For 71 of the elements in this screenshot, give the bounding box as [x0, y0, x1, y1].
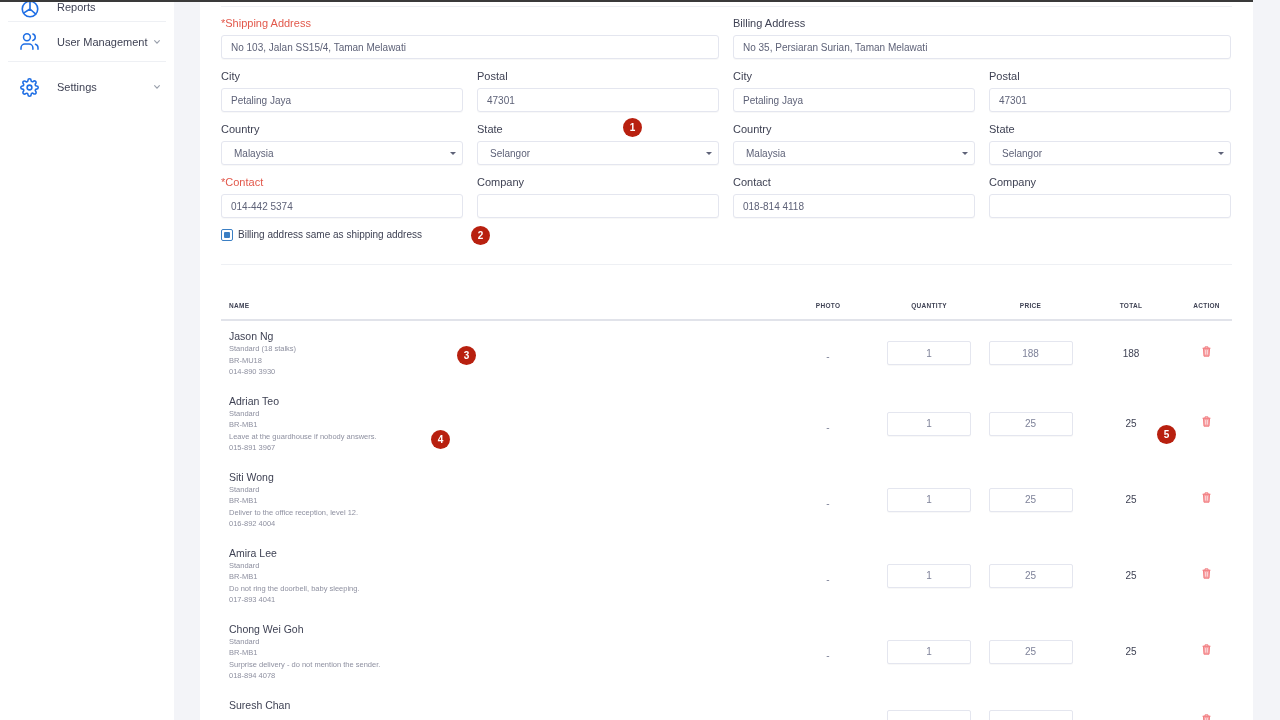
field-label: State	[989, 122, 1015, 136]
price-field[interactable]: 25	[988, 639, 1073, 664]
customer-name: Amira Lee	[229, 545, 277, 560]
customer-name: Chong Wei Goh	[229, 621, 304, 636]
checkbox[interactable]	[221, 229, 233, 241]
trash-icon[interactable]	[1202, 416, 1211, 427]
total-cell-text: 25	[1125, 645, 1137, 659]
photo-cell-text: -	[826, 496, 830, 511]
sidebar-item[interactable]: Reports	[8, 0, 166, 22]
customer-name: Jason Ng	[229, 329, 274, 343]
dropdown-field[interactable]: Selangor	[477, 141, 719, 165]
text-field[interactable]: 018-814 4118	[733, 194, 975, 218]
text-field[interactable]: 014-442 5374	[221, 194, 463, 218]
customer-name: Suresh Chan	[229, 697, 291, 712]
field-label: Billing Address	[733, 16, 806, 30]
text-field[interactable]	[989, 194, 1231, 218]
trash-icon[interactable]	[1202, 492, 1211, 503]
caret-icon	[962, 151, 968, 155]
field-label: Contact	[733, 175, 771, 189]
text-field[interactable]: 47301	[989, 88, 1231, 112]
text-field[interactable]: Petaling Jaya	[221, 88, 463, 112]
users-icon	[20, 33, 39, 50]
checkbox-label: Billing address same as shipping address	[238, 228, 422, 242]
text-field[interactable]	[477, 194, 719, 218]
total-cell-text: 25	[1125, 493, 1137, 507]
quantity-field[interactable]: 1	[887, 563, 971, 588]
quantity-field[interactable]: 1	[887, 411, 971, 436]
price-field[interactable]: 25	[988, 563, 1073, 588]
photo-cell-text: -	[826, 648, 830, 663]
customer-name: Siti Wong	[229, 469, 274, 484]
quantity-field[interactable]: 1	[887, 487, 971, 512]
text-field[interactable]: No 35, Persiaran Surian, Taman Melawati	[733, 35, 1231, 59]
total-cell-text: 25	[1125, 417, 1137, 431]
price-field[interactable]: 25	[988, 411, 1073, 436]
quantity-field[interactable]: 1	[887, 341, 971, 366]
total-cell-text: 25	[1125, 569, 1137, 583]
caret-icon	[450, 151, 456, 155]
gear-icon	[20, 77, 39, 97]
price-field[interactable]: 188	[988, 341, 1073, 366]
photo-cell-text: -	[826, 350, 830, 365]
text-field[interactable]: Petaling Jaya	[733, 88, 975, 112]
trash-icon[interactable]	[1202, 345, 1211, 357]
photo-cell-text: -	[826, 420, 830, 435]
dropdown-field[interactable]: Selangor	[989, 141, 1231, 165]
price-field[interactable]: 25	[988, 487, 1073, 512]
dropdown-field[interactable]: Malaysia	[733, 141, 975, 165]
pie-chart-icon	[20, 0, 39, 18]
photo-cell-text: -	[826, 572, 830, 587]
trash-icon[interactable]	[1202, 644, 1211, 655]
dropdown-field[interactable]: Malaysia	[221, 141, 463, 165]
caret-icon	[706, 151, 712, 155]
field-label: Company	[989, 175, 1037, 189]
trash-icon[interactable]	[1202, 568, 1211, 579]
quantity-field[interactable]: 1	[887, 639, 971, 664]
field-label: Country	[733, 122, 772, 136]
caret-icon	[1218, 151, 1224, 155]
text-field[interactable]: 47301	[477, 88, 719, 112]
field-label: City	[733, 69, 752, 83]
customer-name: Adrian Teo	[229, 393, 279, 408]
field-label: *Contact	[221, 175, 264, 189]
field-label: *Shipping Address	[221, 16, 311, 30]
field-label: Postal	[477, 69, 508, 83]
text-field[interactable]: No 103, Jalan SS15/4, Taman Melawati	[221, 35, 719, 59]
field-label: Postal	[989, 69, 1020, 83]
total-cell-text: 188	[1122, 346, 1140, 361]
sidebar-item[interactable]: Settings	[8, 62, 166, 112]
sidebar-item[interactable]: User Management	[8, 22, 166, 62]
field-label: City	[221, 69, 240, 83]
field-label: Country	[221, 122, 260, 136]
field-label: State	[477, 122, 503, 136]
field-label: Company	[477, 175, 525, 189]
